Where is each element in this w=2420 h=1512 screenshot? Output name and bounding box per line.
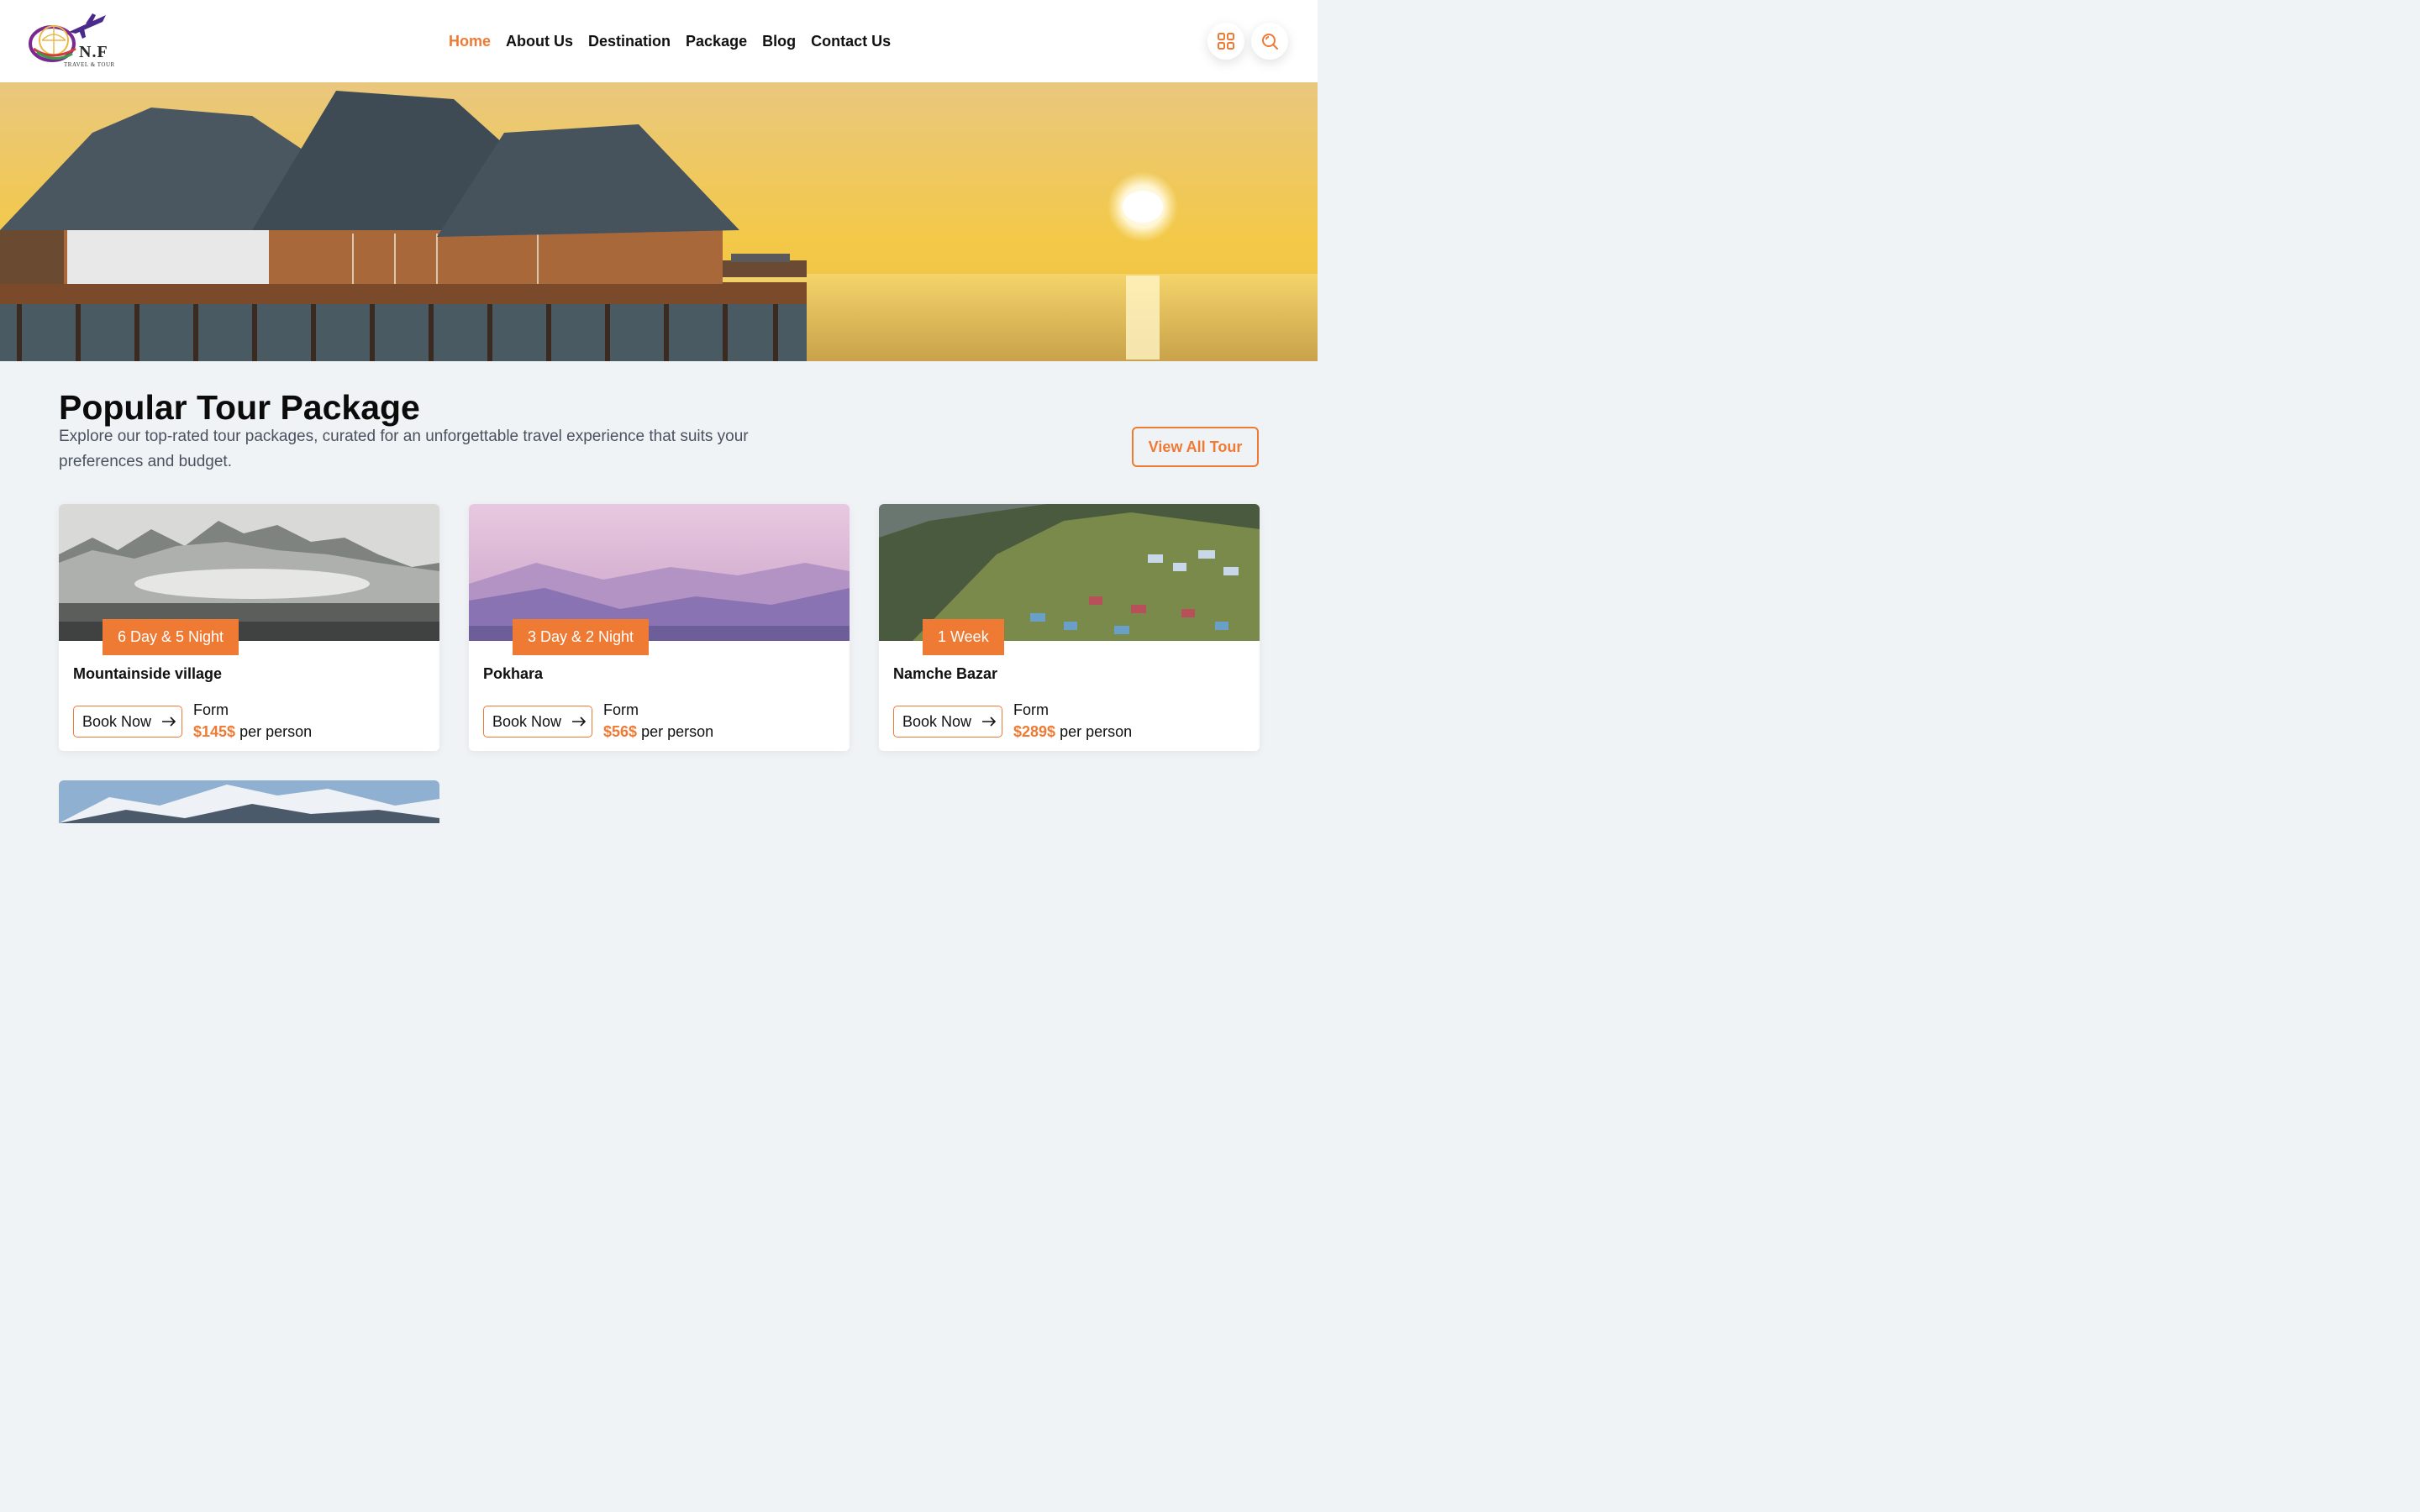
duration-badge: 1 Week <box>923 619 1004 655</box>
price-value: $145$ <box>193 723 236 740</box>
package-name: Mountainside village <box>73 665 223 682</box>
brand-tagline: TRAVEL & TOUR <box>64 61 115 68</box>
per-person-label: per person <box>1060 723 1133 740</box>
package-card-partial[interactable] <box>59 780 439 848</box>
hero-image <box>0 82 1318 361</box>
package-name: Namche Bazar <box>893 665 998 682</box>
package-card[interactable]: 6 Day & 5 Night Mountainside village Boo… <box>59 504 439 751</box>
nav-blog[interactable]: Blog <box>762 30 796 52</box>
grid-menu-button[interactable] <box>1207 23 1244 60</box>
from-label: Form <box>193 701 229 718</box>
section-description: Explore our top-rated tour packages, cur… <box>59 428 749 470</box>
price-value: $289$ <box>1013 723 1056 740</box>
from-label: Form <box>1013 701 1049 718</box>
arrow-right-icon <box>572 717 587 727</box>
duration-badge: 3 Day & 2 Night <box>513 619 650 655</box>
book-now-label: Book Now <box>902 712 972 730</box>
brand-name: N.F <box>79 43 108 61</box>
logo[interactable]: N.F TRAVEL & TOUR <box>27 12 116 71</box>
arrow-right-icon <box>982 717 997 727</box>
book-now-label: Book Now <box>82 712 152 730</box>
nav-package[interactable]: Package <box>686 30 747 52</box>
per-person-label: per person <box>641 723 714 740</box>
search-button[interactable] <box>1251 23 1288 60</box>
duration-badge: 6 Day & 5 Night <box>103 619 239 655</box>
hero-banner <box>0 82 1318 361</box>
grid-icon <box>1218 33 1234 50</box>
book-now-button[interactable]: Book Now <box>73 706 182 738</box>
arrow-right-icon <box>162 717 176 727</box>
per-person-label: per person <box>239 723 313 740</box>
nav-home[interactable]: Home <box>449 30 491 52</box>
book-now-label: Book Now <box>492 712 562 730</box>
price-value: $56$ <box>603 723 638 740</box>
price-line: $289$ per person <box>1013 723 1132 741</box>
package-card[interactable]: 3 Day & 2 Night Pokhara Book Now Form $5… <box>469 504 850 751</box>
search-icon <box>1262 34 1278 50</box>
book-now-button[interactable]: Book Now <box>483 706 592 738</box>
nav-destination[interactable]: Destination <box>588 30 671 52</box>
nav-about-us[interactable]: About Us <box>506 30 573 52</box>
book-now-button[interactable]: Book Now <box>893 706 1002 738</box>
price-line: $145$ per person <box>193 723 312 741</box>
nav-contact-us[interactable]: Contact Us <box>811 30 891 52</box>
package-name: Pokhara <box>483 665 544 682</box>
view-all-tour-button[interactable]: View All Tour <box>1132 427 1259 467</box>
from-label: Form <box>603 701 639 718</box>
price-line: $56$ per person <box>603 723 713 741</box>
package-card[interactable]: 1 Week Namche Bazar Book Now Form $289$ … <box>879 504 1260 751</box>
main-nav: Home About Us Destination Package Blog C… <box>449 30 891 52</box>
section-title: Popular Tour Package <box>59 388 420 427</box>
site-header: N.F TRAVEL & TOUR Home About Us Destinat… <box>0 0 1318 82</box>
package-image-snow-peak <box>59 780 439 823</box>
